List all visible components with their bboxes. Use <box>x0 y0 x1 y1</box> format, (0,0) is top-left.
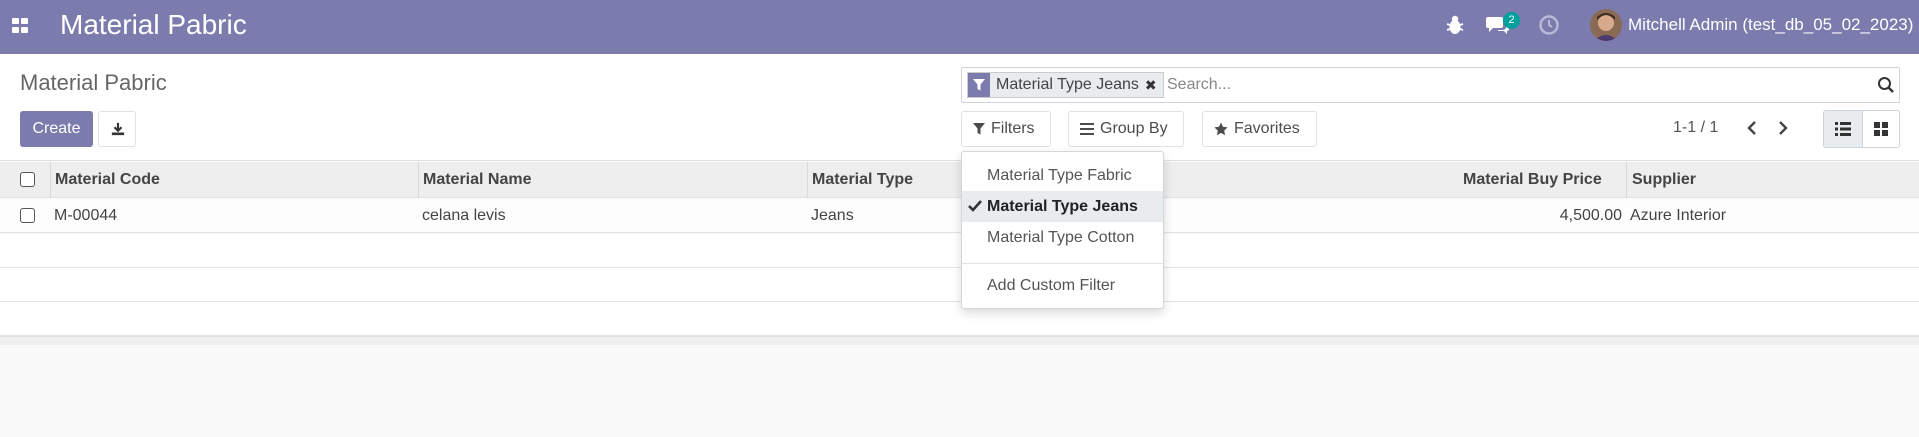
chevron-left-icon[interactable] <box>1741 117 1763 139</box>
dropdown-divider <box>962 263 1163 264</box>
cell-supplier: Azure Interior <box>1630 207 1727 224</box>
cell-material-type: Jeans <box>811 207 854 224</box>
kanban-view-icon <box>1874 122 1888 136</box>
add-custom-filter[interactable]: Add Custom Filter <box>962 270 1163 301</box>
cell-material-code: M-00044 <box>54 207 118 224</box>
filter-option-cotton[interactable]: Material Type Cotton <box>962 222 1163 253</box>
star-icon <box>1214 122 1228 136</box>
favorites-label: Favorites <box>1234 120 1300 137</box>
list-view-icon <box>1835 122 1851 136</box>
group-by-button[interactable]: Group By <box>1068 111 1184 147</box>
empty-row <box>0 268 1919 302</box>
column-header-material-name[interactable]: Material Name <box>423 162 532 198</box>
favorites-button[interactable]: Favorites <box>1202 111 1317 147</box>
chat-count-badge: 2 <box>1503 12 1520 29</box>
filters-button[interactable]: Filters <box>961 111 1051 147</box>
select-all-checkbox[interactable] <box>20 172 35 187</box>
create-button[interactable]: Create <box>20 111 93 147</box>
app-title[interactable]: Material Pabric <box>60 9 247 41</box>
download-button[interactable] <box>98 111 136 147</box>
filters-dropdown: Material Type Fabric Material Type Jeans… <box>961 151 1164 309</box>
table-header: Material Code Material Name Material Typ… <box>0 162 1919 198</box>
table-footer <box>0 336 1919 345</box>
column-header-material-buy-price[interactable]: Material Buy Price <box>1463 162 1602 198</box>
chevron-right-icon[interactable] <box>1772 117 1794 139</box>
row-checkbox[interactable] <box>20 208 35 223</box>
top-navbar: Material Pabric 2 Mitchell Admin (test_d… <box>0 0 1919 54</box>
filter-option-jeans[interactable]: Material Type Jeans <box>962 191 1163 222</box>
download-icon <box>111 122 125 136</box>
cell-material-name: celana levis <box>422 207 506 224</box>
list-view-button[interactable] <box>1823 110 1863 148</box>
empty-row <box>0 234 1919 268</box>
table-row[interactable]: M-00044 celana levis Jeans 4,500.00 Azur… <box>0 199 1919 233</box>
column-header-material-code[interactable]: Material Code <box>55 162 160 198</box>
search-facet[interactable]: Material Type Jeans ✖ <box>967 72 1164 98</box>
bars-icon <box>1080 123 1094 135</box>
group-by-label: Group By <box>1100 120 1168 137</box>
breadcrumb: Material Pabric <box>20 70 167 95</box>
filter-icon <box>973 123 985 135</box>
check-icon <box>968 200 982 212</box>
search-input[interactable] <box>1167 70 1857 100</box>
avatar[interactable] <box>1590 9 1622 41</box>
filters-label: Filters <box>991 120 1035 137</box>
facet-value: Material Type Jeans <box>996 76 1139 93</box>
column-header-supplier[interactable]: Supplier <box>1632 162 1696 198</box>
search-icon[interactable] <box>1877 76 1895 94</box>
bug-icon[interactable] <box>1445 14 1465 36</box>
column-header-material-type[interactable]: Material Type <box>812 162 913 198</box>
kanban-view-button[interactable] <box>1862 110 1900 148</box>
user-menu[interactable]: Mitchell Admin (test_db_05_02_2023) <box>1628 15 1913 35</box>
cell-material-buy-price: 4,500.00 <box>1559 207 1622 224</box>
clock-icon[interactable] <box>1538 14 1560 36</box>
search-bar[interactable]: Material Type Jeans ✖ <box>961 67 1900 103</box>
filter-option-jeans-label: Material Type Jeans <box>987 198 1138 215</box>
apps-icon[interactable] <box>12 18 30 34</box>
facet-remove-icon[interactable]: ✖ <box>1145 73 1157 97</box>
empty-row <box>0 302 1919 336</box>
filter-icon <box>968 73 990 97</box>
filter-option-fabric[interactable]: Material Type Fabric <box>962 160 1163 191</box>
control-panel: Material Pabric Create Material Type Jea… <box>0 54 1919 161</box>
pager-value[interactable]: 1-1 / 1 <box>1673 119 1718 137</box>
